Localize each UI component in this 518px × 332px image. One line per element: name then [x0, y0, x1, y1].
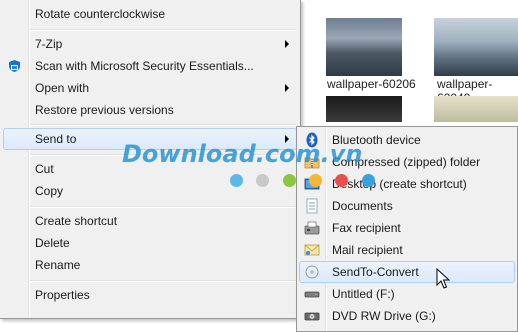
thumbnail-image[interactable] — [434, 96, 518, 122]
send-to-untitled-drive[interactable]: Untitled (F:) — [299, 283, 515, 305]
menu-item-label: Documents — [332, 199, 393, 213]
fax-icon — [304, 221, 320, 235]
menu-item-open-with[interactable]: Open with — [3, 77, 297, 99]
watermark-logo: Download.com.vn — [122, 140, 363, 168]
menu-separator — [30, 280, 296, 282]
menu-item-label: Scan with Microsoft Security Essentials.… — [35, 59, 254, 73]
send-to-fax-recipient[interactable]: Fax recipient — [299, 217, 515, 239]
menu-item-label: Cut — [35, 162, 54, 176]
watermark-dots — [230, 174, 385, 190]
menu-item-label: Rename — [35, 258, 81, 272]
menu-item-label: Create shortcut — [35, 214, 118, 228]
send-to-dvd-rw-drive[interactable]: DVD RW Drive (G:) — [299, 305, 515, 327]
convert-icon — [305, 265, 319, 279]
submenu-arrow-icon — [285, 40, 289, 48]
send-to-sendto-convert[interactable]: SendTo-Convert — [299, 261, 515, 283]
security-essentials-icon — [9, 60, 20, 72]
menu-item-7zip[interactable]: 7-Zip — [3, 33, 297, 55]
menu-separator — [30, 124, 296, 126]
menu-item-label: DVD RW Drive (G:) — [332, 309, 436, 323]
watermark-dot — [282, 174, 296, 187]
menu-item-create-shortcut[interactable]: Create shortcut — [3, 210, 297, 232]
menu-item-label: Untitled (F:) — [332, 287, 395, 301]
watermark-dot — [230, 174, 243, 187]
watermark-dot — [361, 174, 375, 187]
watermark-dot — [335, 174, 349, 187]
menu-item-label: Properties — [35, 288, 90, 302]
thumbnail-image[interactable] — [326, 96, 402, 122]
menu-item-label: Fax recipient — [332, 221, 401, 235]
menu-item-label: Copy — [35, 184, 64, 198]
menu-item-label: 7-Zip — [35, 37, 63, 51]
menu-item-label: Mail recipient — [332, 243, 403, 257]
thumbnail-label: wallpaper-60206 — [327, 77, 416, 91]
menu-separator — [30, 29, 296, 31]
thumbnail-image[interactable] — [434, 18, 518, 76]
mail-icon — [304, 244, 320, 256]
menu-item-rename[interactable]: Rename — [3, 254, 297, 276]
menu-item-label: Send to — [35, 132, 77, 146]
menu-item-label: Delete — [35, 236, 70, 250]
menu-item-label: Rotate counterclockwise — [35, 7, 166, 21]
menu-item-rotate-counterclockwise[interactable]: Rotate counterclockwise — [3, 3, 297, 25]
menu-item-scan-security-essentials[interactable]: Scan with Microsoft Security Essentials.… — [3, 55, 297, 77]
drive-icon — [304, 291, 320, 298]
thumbnail-image[interactable] — [326, 18, 402, 76]
menu-separator — [30, 206, 296, 208]
menu-item-delete[interactable]: Delete — [3, 232, 297, 254]
menu-item-label: SendTo-Convert — [332, 265, 419, 279]
menu-item-label: Restore previous versions — [35, 103, 174, 117]
send-to-documents[interactable]: Documents — [299, 195, 515, 217]
watermark-dot — [309, 174, 323, 187]
menu-item-restore-previous-versions[interactable]: Restore previous versions — [3, 99, 297, 121]
documents-icon — [306, 198, 318, 214]
menu-item-label: Open with — [35, 81, 90, 95]
mouse-pointer-icon — [436, 268, 450, 289]
submenu-arrow-icon — [285, 84, 289, 92]
menu-item-properties[interactable]: Properties — [3, 284, 297, 306]
dvd-drive-icon — [304, 312, 320, 321]
watermark-dot — [256, 174, 270, 187]
send-to-mail-recipient[interactable]: Mail recipient — [299, 239, 515, 261]
